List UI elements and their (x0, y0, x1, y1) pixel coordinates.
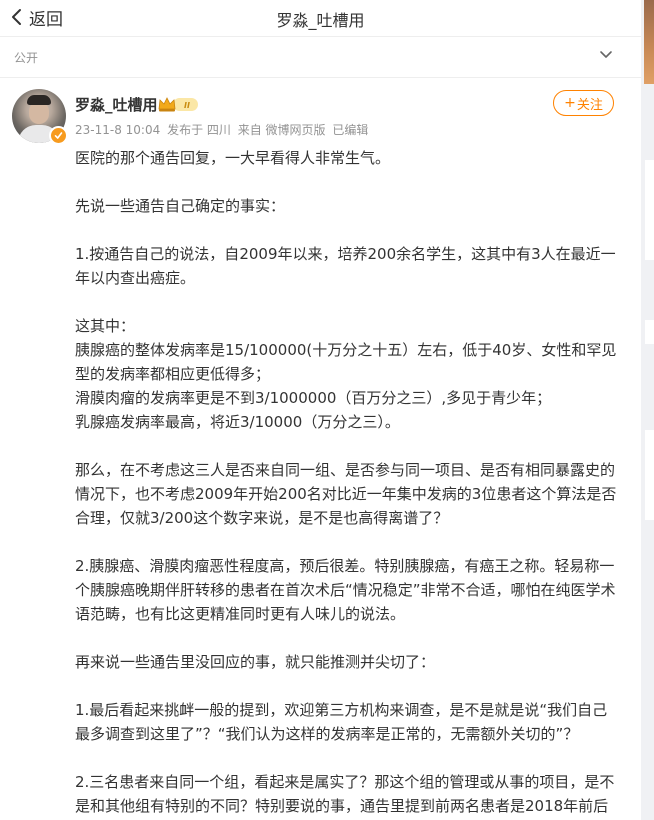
avatar-hair (27, 95, 51, 105)
post-line: 2.三名患者来自同一个组，看起来是属实了？那这个组的管理或从事的项目，是不 (75, 773, 615, 791)
side-card (645, 320, 654, 344)
post-line: 个胰腺癌晚期伴肝转移的患者在首次术后“情况稳定”非常不合适，哪怕在纯医学术 (75, 581, 616, 599)
post-line: 那么，在不考虑这三人是否来自同一组、是否参与同一项目、是否有相同暴露史的 (75, 461, 616, 479)
verified-icon (49, 126, 68, 145)
visibility-bar: 公开 (0, 36, 641, 78)
post-date[interactable]: 23-11-8 10:04 (75, 123, 160, 137)
post-body: 医院的那个通告回复，一大早看得人非常生气。 先说一些通告自己确定的事实： 1.按… (75, 146, 617, 818)
post-line: 是和其他组有特别的不同？特别要说的事，通告里提到前两名患者是2018年前后 (75, 797, 609, 815)
post-line: 先说一些通告自己确定的事实： (75, 197, 286, 215)
post-line: 乳腺癌发病率最高，将近3/10000（万分之三）。 (75, 413, 400, 431)
post-line: 语范畴，也有比这更精准同时更有人味儿的说法。 (75, 605, 406, 623)
avatar-face (29, 102, 49, 124)
post-line: 1.最后看起来挑衅一般的提到，欢迎第三方机构来调查，是不是就是说“我们自己 (75, 701, 608, 719)
page-title: 罗淼_吐槽用 (276, 11, 365, 30)
post-line: 情况下，也不考虑2009年开始200名对比近一年集中发病的3位患者这个算法是否 (75, 485, 617, 503)
post-line: 1.按通告自己的说法，自2009年以来，培养200余名学生，这其中有3人在最近一 (75, 245, 616, 263)
visibility-label: 公开 (14, 51, 39, 65)
post-line: 滑膜肉瘤的发病率更是不到3/1000000（百万分之三）,多见于青少年； (75, 389, 552, 407)
side-panel-edge (641, 0, 654, 820)
member-level: II (184, 101, 190, 110)
post-line: 合理，仅就3/200这个数字来说，是不是也高得离谱了？ (75, 509, 449, 527)
weibo-detail-panel: 返回 罗淼_吐槽用 公开 罗淼_吐槽用 II 23-11-8 10:04 发布于… (0, 0, 641, 820)
follow-plus: + (564, 95, 576, 111)
post-source: 来自 微博网页版 (237, 123, 326, 137)
crown-icon[interactable]: II (157, 95, 199, 113)
follow-label: 关注 (576, 97, 603, 113)
post-line: 年以内查出癌症。 (75, 269, 196, 287)
chevron-down-icon[interactable] (599, 50, 613, 60)
post-line: 型的发病率都相应更低得多； (75, 365, 271, 383)
post-line: 这其中： (75, 317, 136, 335)
side-thumbnail[interactable] (644, 0, 654, 84)
top-bar: 返回 罗淼_吐槽用 (0, 0, 641, 36)
post-line: 胰腺癌的整体发病率是15/100000(十万分之十五）左右，低于40岁、女性和罕… (75, 341, 617, 359)
post-line: 2.胰腺癌、滑膜肉瘤恶性程度高，预后很差。特别胰腺癌，有癌王之称。轻易称一 (75, 557, 615, 575)
post-meta: 23-11-8 10:04 发布于 四川 来自 微博网页版 已编辑 (75, 121, 371, 138)
follow-button[interactable]: + 关注 (553, 90, 614, 116)
side-card (645, 430, 654, 520)
post-line: 再来说一些通告里没回应的事，就只能推测并尖切了： (75, 653, 436, 671)
side-card (645, 160, 654, 260)
post-line: 医院的那个通告回复，一大早看得人非常生气。 (75, 149, 391, 167)
post-line: 最多调查到这里了”？“我们认为这样的发病率是正常的，无需额外关切的”？ (75, 725, 579, 743)
edited-label[interactable]: 已编辑 (332, 123, 368, 137)
post-location: 发布于 四川 (167, 123, 231, 137)
user-name[interactable]: 罗淼_吐槽用 (75, 94, 158, 115)
